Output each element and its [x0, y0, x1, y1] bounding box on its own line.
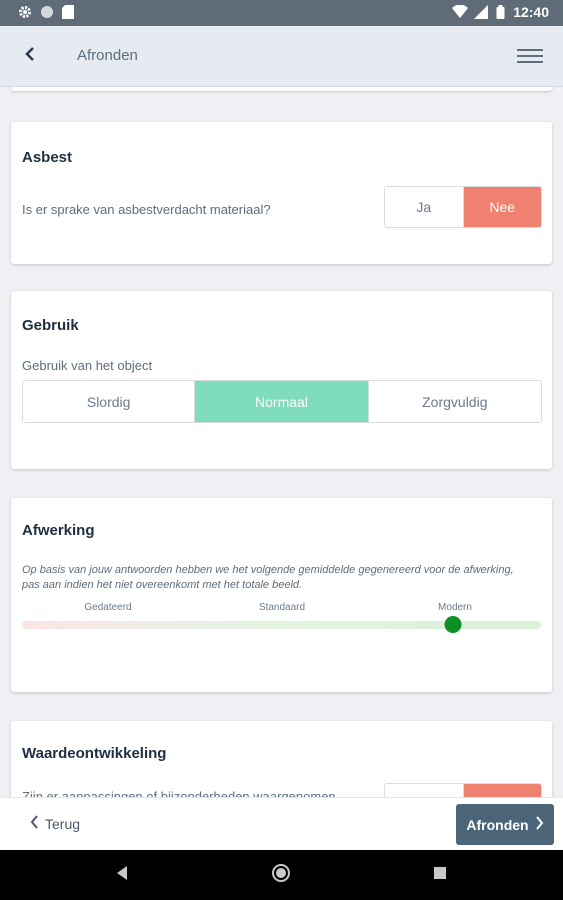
- square-recents-icon: [433, 866, 447, 885]
- circle-icon: [40, 5, 54, 19]
- signal-icon: [474, 5, 489, 19]
- asbest-option-ja[interactable]: Ja: [385, 187, 464, 227]
- scale-label-gedateerd: Gedateerd: [84, 602, 132, 613]
- asbest-title: Asbest: [22, 149, 73, 166]
- terug-button[interactable]: Terug: [30, 815, 80, 832]
- afwerking-title: Afwerking: [22, 522, 95, 539]
- nav-recents-button[interactable]: [430, 865, 450, 885]
- home-circle-icon: [271, 863, 291, 888]
- previous-card: [11, 87, 552, 91]
- gebruik-segmented-control: Slordig Normaal Zorgvuldig: [22, 380, 542, 423]
- asbest-card: Asbest Is er sprake van asbestverdacht m…: [11, 122, 552, 264]
- gebruik-question: Gebruik van het object: [22, 358, 153, 373]
- wifi-icon: [452, 4, 469, 19]
- page-title: Afronden: [77, 47, 138, 64]
- afwerking-card: Afwerking Op basis van jouw antwoorden h…: [11, 498, 552, 692]
- waardeontwikkeling-question: Zijn er aanpassingen of bijzonderheden w…: [22, 789, 336, 797]
- waardeontwikkeling-toggle: [384, 783, 542, 797]
- gear-icon: [18, 5, 32, 19]
- afwerking-slider-track[interactable]: [22, 616, 541, 633]
- asbest-toggle: Ja Nee: [384, 186, 542, 228]
- waardeontwikkeling-option-2[interactable]: [463, 784, 541, 797]
- scale-label-modern: Modern: [438, 602, 472, 613]
- nav-home-button[interactable]: [271, 863, 291, 888]
- status-time: 12:40: [513, 4, 549, 20]
- chevron-left-icon: [24, 46, 36, 67]
- waardeontwikkeling-option-1[interactable]: [385, 784, 464, 797]
- gebruik-title: Gebruik: [22, 317, 79, 334]
- chevron-right-icon: [535, 816, 544, 833]
- waardeontwikkeling-card: Waardeontwikkeling Zijn er aanpassingen …: [11, 721, 552, 797]
- afronden-label: Afronden: [466, 816, 529, 833]
- nav-back-button[interactable]: [112, 865, 132, 885]
- status-bar: 12:40: [0, 0, 563, 26]
- app-bar: Afronden: [0, 26, 563, 87]
- battery-icon: [496, 5, 505, 19]
- menu-button[interactable]: [517, 45, 543, 67]
- afronden-button[interactable]: Afronden: [456, 804, 554, 845]
- footer-bar: Terug Afronden: [0, 797, 563, 851]
- sd-card-icon: [62, 5, 76, 19]
- main-content[interactable]: Asbest Is er sprake van asbestverdacht m…: [0, 87, 563, 797]
- waardeontwikkeling-title: Waardeontwikkeling: [22, 745, 167, 762]
- gebruik-card: Gebruik Gebruik van het object Slordig N…: [11, 291, 552, 469]
- hamburger-menu-icon: [517, 49, 543, 63]
- gebruik-option-normaal[interactable]: Normaal: [195, 381, 369, 422]
- scale-label-standaard: Standaard: [258, 602, 306, 613]
- gebruik-option-zorgvuldig[interactable]: Zorgvuldig: [368, 381, 541, 422]
- system-nav-bar: [0, 850, 563, 900]
- gebruik-option-slordig[interactable]: Slordig: [23, 381, 196, 422]
- triangle-back-icon: [115, 865, 129, 886]
- asbest-question: Is er sprake van asbestverdacht materiaa…: [22, 202, 271, 217]
- back-button[interactable]: [16, 42, 44, 70]
- asbest-option-nee[interactable]: Nee: [463, 187, 541, 227]
- chevron-left-icon: [30, 815, 39, 832]
- afwerking-slider-thumb[interactable]: [444, 616, 462, 633]
- afwerking-description: Op basis van jouw antwoorden hebben we h…: [22, 564, 514, 591]
- terug-label: Terug: [45, 815, 81, 832]
